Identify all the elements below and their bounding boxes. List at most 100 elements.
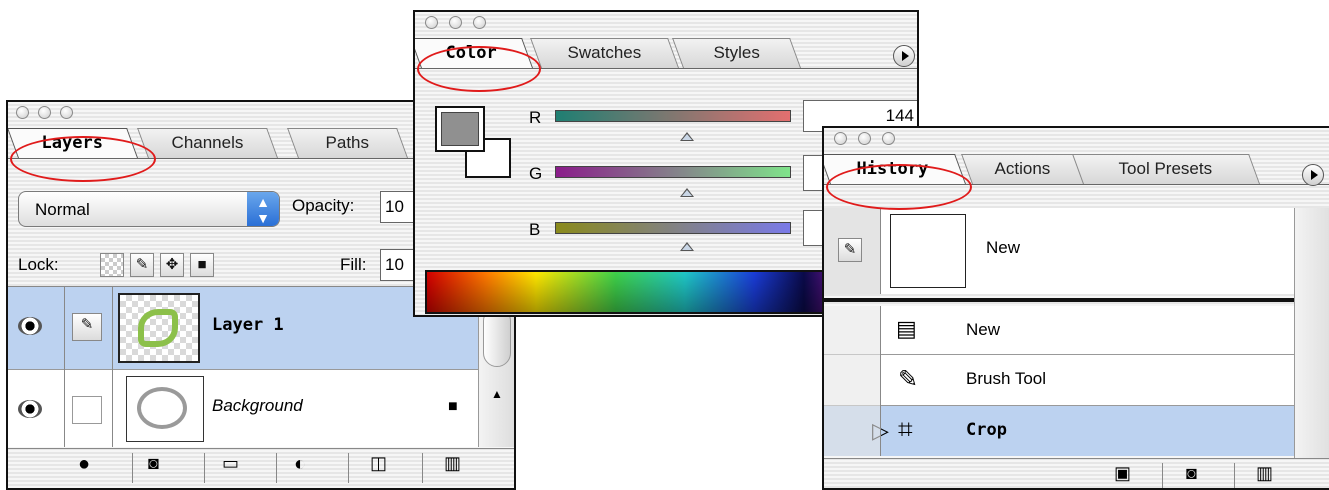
opacity-label: Opacity: <box>292 196 355 215</box>
minimize-window-button[interactable] <box>449 16 462 29</box>
new-snapshot-camera-icon[interactable]: ◙ <box>1186 463 1197 484</box>
tab-history[interactable]: History <box>824 154 966 184</box>
blend-mode-select[interactable]: Normal ▲ ▼ <box>18 191 280 227</box>
tab-underline <box>415 68 917 69</box>
history-state-brush-tool[interactable]: ✎ Brush Tool <box>824 355 1294 406</box>
red-slider-track[interactable] <box>555 110 791 122</box>
foreground-color-fill <box>441 112 479 146</box>
close-window-button[interactable] <box>425 16 438 29</box>
minimize-window-button[interactable] <box>858 132 871 145</box>
delete-layer-trash-icon[interactable]: ▥ <box>444 453 461 474</box>
toolbar-sep-2 <box>204 453 205 483</box>
layer-1-thumbnail-stroke <box>138 309 178 347</box>
background-thumbnail-scribble <box>137 387 187 429</box>
history-state-list: ▤ New ✎ Brush Tool ▷ ⌗ Crop <box>824 306 1294 456</box>
zoom-window-button[interactable] <box>473 16 486 29</box>
layer-column-divider-2 <box>112 287 113 447</box>
close-window-button[interactable] <box>16 106 29 119</box>
toolbar-sep-1 <box>132 453 133 483</box>
tab-color[interactable]: Color <box>415 38 533 68</box>
layer-locked-padlock-icon: ■ <box>448 398 458 415</box>
history-source-column <box>824 306 880 456</box>
channel-label-g: G <box>529 164 543 183</box>
layer-mask-icon[interactable]: ◙ <box>148 453 159 474</box>
new-layer-icon[interactable]: ◫ <box>370 453 387 474</box>
delete-state-trash-icon[interactable]: ▥ <box>1256 463 1273 484</box>
history-panel: Tool Presets Actions History ✎ New ▤ New… <box>822 126 1329 490</box>
blue-slider-track[interactable] <box>555 222 791 234</box>
history-toolbar-sep-1 <box>1162 463 1163 488</box>
history-bottom-toolbar: ▣ ◙ ▥ <box>824 458 1329 488</box>
background-link-box[interactable] <box>72 396 102 424</box>
toolbar-sep-4 <box>348 453 349 483</box>
fill-label: Fill: <box>340 255 367 274</box>
tab-channels[interactable]: Channels <box>137 128 278 158</box>
green-slider-track[interactable] <box>555 166 791 178</box>
snapshot-thumbnail <box>890 214 966 288</box>
history-state-label-brush-tool: Brush Tool <box>966 369 1047 388</box>
foreground-color-swatch[interactable] <box>435 106 485 152</box>
zoom-window-button[interactable] <box>60 106 73 119</box>
layer-name-background: Background <box>212 396 303 415</box>
history-state-label-new: New <box>966 320 1001 339</box>
tab-paths[interactable]: Paths <box>287 128 408 158</box>
snapshot-source-column: ✎ <box>824 208 881 294</box>
tab-styles[interactable]: Styles <box>672 38 801 68</box>
tab-actions[interactable]: Actions <box>961 154 1084 184</box>
history-state-crop[interactable]: ▷ ⌗ Crop <box>824 406 1294 456</box>
history-toolbar-sep-2 <box>1234 463 1235 488</box>
history-state-new[interactable]: ▤ New <box>824 306 1294 355</box>
minimize-window-button[interactable] <box>38 106 51 119</box>
channel-label-r: R <box>529 108 542 127</box>
layer-visibility-eye-icon[interactable] <box>18 317 42 335</box>
layer-set-folder-icon[interactable]: ▭ <box>222 453 239 474</box>
layers-bottom-toolbar: ● ◙ ▭ ◐ ◫ ▥ <box>8 448 514 488</box>
layer-style-icon[interactable]: ● <box>78 453 90 476</box>
blue-slider-handle[interactable] <box>680 242 695 251</box>
tab-layers[interactable]: Layers <box>8 128 139 158</box>
tab-underline <box>824 184 1329 185</box>
layer-column-divider-1 <box>64 287 65 447</box>
new-document-icon: ▤ <box>896 316 917 341</box>
zoom-window-button[interactable] <box>882 132 895 145</box>
close-window-button[interactable] <box>834 132 847 145</box>
layer-1-thumbnail <box>118 293 200 363</box>
channel-label-b: B <box>529 220 541 239</box>
new-document-from-state-icon[interactable]: ▣ <box>1114 463 1131 484</box>
history-source-column-divider <box>880 306 881 456</box>
toolbar-sep-3 <box>276 453 277 483</box>
lock-move-icon[interactable]: ✥ <box>160 253 184 277</box>
layer-row-layer-1[interactable]: ✎ Layer 1 <box>8 287 478 370</box>
background-thumbnail <box>126 376 204 442</box>
select-arrows-icon: ▲ ▼ <box>247 192 279 226</box>
tab-swatches[interactable]: Swatches <box>530 38 679 68</box>
color-tab-row: Styles Swatches Color <box>415 36 917 70</box>
layer-list: ✎ Layer 1 Background ■ <box>8 287 478 447</box>
background-visibility-eye-icon[interactable] <box>18 400 42 418</box>
adjustment-layer-icon[interactable]: ◐ <box>294 453 306 476</box>
scroll-up-arrow-icon[interactable]: ▲ <box>491 387 503 401</box>
snapshot-separator <box>824 298 1294 302</box>
history-titlebar <box>824 128 1329 150</box>
history-panel-menu-button[interactable] <box>1302 164 1324 186</box>
snapshot-row[interactable]: ✎ New <box>824 208 1294 294</box>
history-brush-source-icon[interactable]: ✎ <box>838 238 862 262</box>
history-scrollbar[interactable] <box>1294 208 1329 458</box>
green-slider-handle[interactable] <box>680 188 695 197</box>
history-state-label-crop: Crop <box>966 420 1007 440</box>
toolbar-sep-5 <box>422 453 423 483</box>
lock-paint-brush-icon[interactable]: ✎ <box>130 253 154 277</box>
brush-tool-icon: ✎ <box>898 366 919 393</box>
tab-tool-presets[interactable]: Tool Presets <box>1071 154 1260 184</box>
lock-transparency-icon[interactable] <box>100 253 124 277</box>
history-tab-row: Tool Presets Actions History <box>824 152 1329 186</box>
red-slider-handle[interactable] <box>680 132 695 141</box>
lock-label: Lock: <box>18 255 59 274</box>
color-titlebar <box>415 12 917 34</box>
lock-all-padlock-icon[interactable]: ■ <box>190 253 214 277</box>
snapshot-name: New <box>986 238 1021 257</box>
layer-name-layer-1: Layer 1 <box>212 315 284 335</box>
layer-row-background[interactable]: Background ■ <box>8 370 478 447</box>
layer-brush-link-icon[interactable]: ✎ <box>72 313 102 341</box>
color-panel-menu-button[interactable] <box>893 45 915 67</box>
